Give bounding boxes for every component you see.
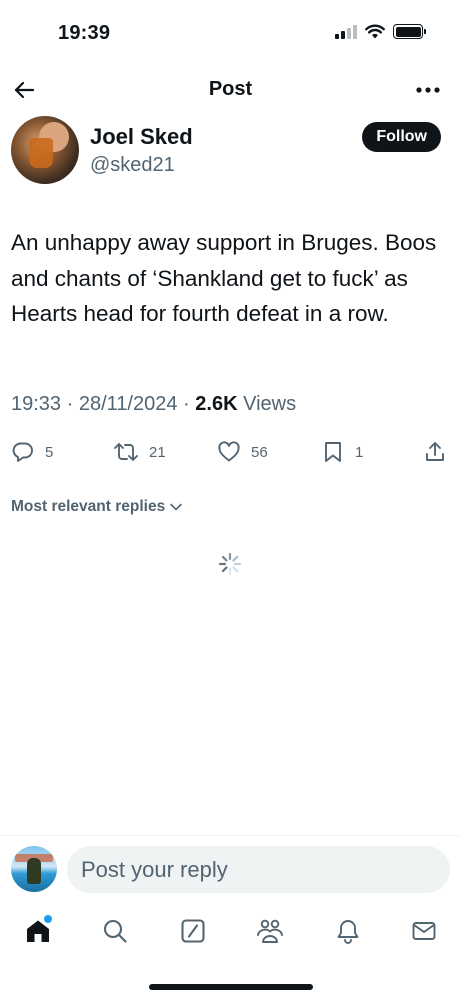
author-name[interactable]: Joel Sked bbox=[90, 124, 193, 150]
tab-search[interactable] bbox=[99, 915, 131, 947]
communities-icon bbox=[257, 919, 283, 943]
views-count[interactable]: 2.6K bbox=[195, 393, 237, 415]
reply-input[interactable] bbox=[67, 846, 450, 893]
author-row: Joel Sked @sked21 Follow bbox=[11, 116, 441, 188]
envelope-icon bbox=[412, 922, 436, 940]
reply-icon bbox=[12, 442, 33, 462]
home-indicator bbox=[149, 984, 313, 990]
action-bar: 5 21 56 1 bbox=[11, 440, 451, 466]
cellular-signal-icon bbox=[335, 24, 357, 39]
repost-icon bbox=[114, 443, 138, 461]
post-time[interactable]: 19:33 bbox=[11, 393, 61, 415]
like-count: 56 bbox=[251, 443, 268, 461]
heart-icon bbox=[218, 441, 240, 462]
loading-spinner-icon bbox=[218, 552, 242, 576]
reply-count: 5 bbox=[45, 443, 54, 461]
notification-dot bbox=[44, 915, 52, 923]
follow-button[interactable]: Follow bbox=[362, 122, 441, 152]
reply-button[interactable]: 5 bbox=[11, 440, 53, 464]
battery-icon bbox=[393, 24, 426, 39]
replies-sort-dropdown[interactable]: Most relevant replies bbox=[11, 498, 183, 516]
more-dots-icon bbox=[416, 87, 440, 93]
user-avatar[interactable] bbox=[11, 846, 57, 892]
post-date[interactable]: 28/11/2024 bbox=[79, 393, 178, 415]
grok-icon bbox=[181, 919, 205, 943]
replies-sort-label: Most relevant replies bbox=[11, 498, 166, 515]
more-options-button[interactable] bbox=[413, 76, 443, 104]
bookmark-button[interactable]: 1 bbox=[321, 440, 363, 464]
tab-home[interactable] bbox=[22, 915, 54, 947]
page-title: Post bbox=[208, 78, 253, 100]
bell-icon bbox=[337, 920, 359, 944]
like-button[interactable]: 56 bbox=[217, 440, 268, 464]
status-icons bbox=[335, 24, 426, 39]
tab-grok[interactable] bbox=[177, 915, 209, 947]
tab-communities[interactable] bbox=[254, 915, 286, 947]
chevron-down-icon bbox=[170, 503, 183, 511]
author-handle[interactable]: @sked21 bbox=[90, 154, 175, 177]
status-time: 19:39 bbox=[58, 22, 111, 44]
meta-separator: · bbox=[183, 393, 190, 415]
share-icon bbox=[426, 442, 444, 461]
top-nav: Post bbox=[0, 70, 461, 110]
meta-separator: · bbox=[66, 393, 74, 415]
status-bar: 19:39 bbox=[0, 0, 461, 70]
tab-notifications[interactable] bbox=[332, 915, 364, 947]
post-meta: 19:33 · 28/11/2024 · 2.6K Views bbox=[11, 393, 296, 416]
share-button[interactable] bbox=[423, 440, 447, 464]
repost-button[interactable]: 21 bbox=[113, 440, 166, 464]
reply-divider bbox=[0, 835, 461, 836]
bookmark-icon bbox=[325, 442, 341, 462]
bookmark-count: 1 bbox=[355, 443, 364, 461]
views-label[interactable]: Views bbox=[243, 393, 296, 415]
author-avatar[interactable] bbox=[11, 116, 79, 184]
repost-count: 21 bbox=[149, 443, 166, 461]
search-icon bbox=[103, 919, 127, 943]
wifi-icon bbox=[365, 24, 385, 39]
bottom-tab-bar bbox=[0, 905, 461, 957]
tab-messages[interactable] bbox=[408, 915, 440, 947]
post-text: An unhappy away support in Bruges. Boos … bbox=[11, 230, 437, 326]
